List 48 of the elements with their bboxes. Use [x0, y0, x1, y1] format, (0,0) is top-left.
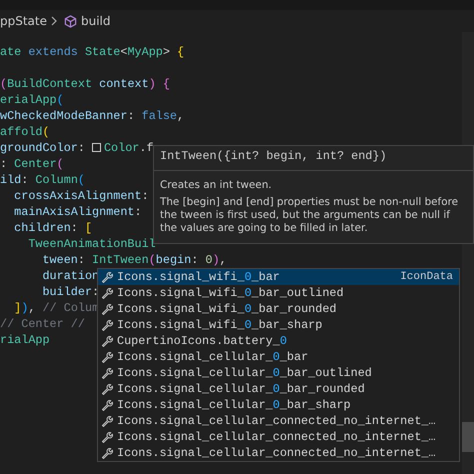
suggestion-item[interactable]: Icons.signal_cellular_connected_no_internet_… [98, 413, 459, 429]
breadcrumb-item[interactable]: ppState [0, 12, 47, 30]
wrench-icon [101, 399, 113, 411]
code-line: affold( [0, 124, 50, 140]
suggestion-item[interactable]: Icons.signal_wifi_0_bar IconData [98, 269, 459, 285]
code-line: groundColor: Color.f [0, 140, 154, 156]
suggestion-item[interactable]: CupertinoIcons.battery_0 [98, 333, 459, 349]
function-signature: IntTween({int? begin, int? end}) [154, 146, 473, 171]
suggestion-item[interactable]: Icons.signal_cellular_0_bar [98, 349, 459, 365]
code-line: : Center( [0, 156, 64, 172]
suggestion-item[interactable]: Icons.signal_cellular_connected_no_internet_… [98, 445, 459, 461]
suggestion-item[interactable]: Icons.signal_cellular_0_bar_outlined [98, 365, 459, 381]
code-line: crossAxisAlignment: [13, 188, 149, 204]
wrench-icon [101, 447, 113, 459]
wrench-icon [101, 303, 113, 315]
code-line: mainAxisAlignment: [13, 204, 142, 220]
suggestion-item[interactable]: Icons.signal_cellular_0_bar_sharp [98, 397, 459, 413]
code-line: (BuildContext context) { [0, 76, 170, 92]
code-line: children: [ [13, 220, 92, 236]
code-line: wCheckedModeBanner: false, [0, 108, 184, 124]
suggestion-item[interactable]: Icons.signal_wifi_0_bar_outlined [98, 285, 459, 301]
suggestion-item[interactable]: Icons.signal_cellular_0_bar_rounded [98, 381, 459, 397]
wrench-icon [101, 271, 113, 283]
cube-icon [64, 14, 77, 28]
suggestion-item[interactable]: Icons.signal_wifi_0_bar_sharp [98, 317, 459, 333]
suggestion-item[interactable]: Icons.signal_wifi_0_bar_rounded [98, 301, 459, 317]
wrench-icon [101, 383, 113, 395]
breadcrumb-item[interactable]: build [81, 12, 111, 30]
code-line: // Center // [0, 316, 85, 332]
code-line: ild: Column( [0, 172, 85, 188]
wrench-icon [101, 319, 113, 331]
wrench-icon [101, 415, 113, 427]
code-line: ate extends State<MyApp> { [0, 44, 184, 60]
scroll-thumb[interactable] [462, 422, 474, 452]
wrench-icon [101, 367, 113, 379]
suggestion-item[interactable]: Icons.signal_cellular_connected_no_internet_… [98, 429, 459, 445]
chevron-icon [51, 16, 57, 26]
description-text: Creates an int tween. [159, 178, 273, 193]
wrench-icon [101, 351, 113, 363]
code-line: tween: IntTween(begin: 0), [41, 252, 227, 268]
wrench-icon [101, 431, 113, 443]
wrench-icon [101, 287, 113, 299]
code-line: rialApp [0, 332, 50, 348]
wrench-icon [101, 335, 113, 347]
code-line: erialApp( [0, 92, 64, 108]
description-text: The [begin] and [end] properties must be non-null before the tween is first used, but the arguments can be null if the values are going to be filled in later. [159, 196, 460, 236]
code-line: TweenAnimationBuil [27, 236, 156, 252]
code-line: builder: [41, 284, 100, 300]
